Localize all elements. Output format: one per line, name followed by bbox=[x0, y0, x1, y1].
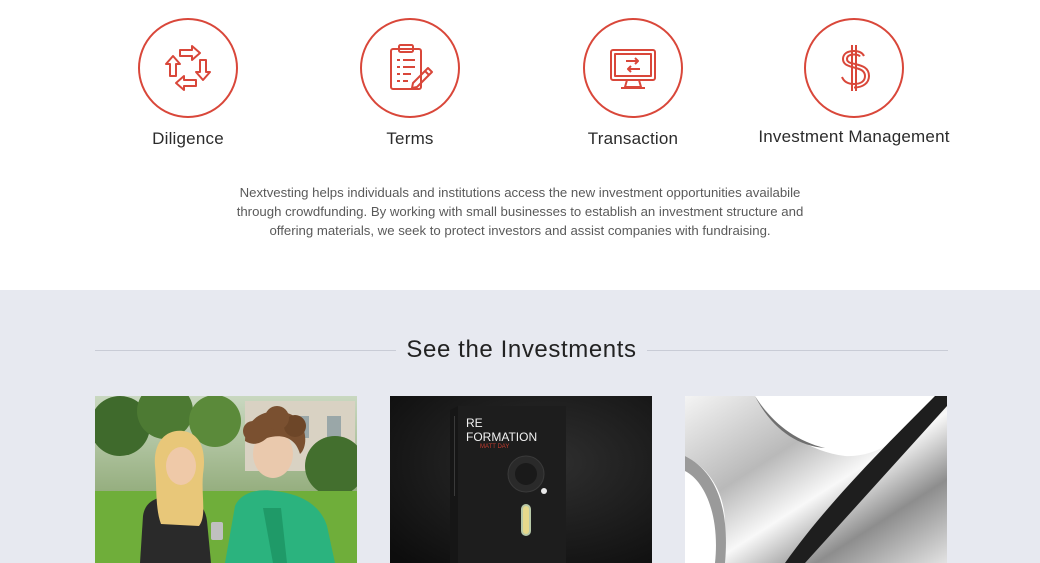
monitor-transfer-icon bbox=[610, 49, 656, 89]
section-title: See the Investments bbox=[406, 336, 637, 363]
investments-section: See the Investments RE FORMATION MATT DA… bbox=[0, 290, 1040, 563]
divider bbox=[646, 349, 949, 351]
feature-circle[interactable] bbox=[804, 18, 904, 118]
feature-label: Diligence bbox=[152, 129, 224, 148]
clipboard-pencil-icon bbox=[390, 44, 433, 90]
section-title-row: See the Investments bbox=[95, 330, 949, 370]
feature-label: Transaction bbox=[587, 129, 679, 148]
feature-label: Investment Management bbox=[758, 127, 950, 146]
chrome-shape-image bbox=[685, 396, 947, 563]
feature-transaction[interactable]: Transaction bbox=[533, 18, 733, 149]
people-photo-image bbox=[95, 396, 357, 563]
book-title-line-1: RE bbox=[466, 416, 483, 430]
book-author: MATT DAY bbox=[480, 444, 509, 450]
investment-card-3[interactable] bbox=[685, 396, 947, 563]
cycle-arrows-icon bbox=[165, 45, 211, 91]
feature-circle[interactable] bbox=[583, 18, 683, 118]
feature-diligence[interactable]: Diligence bbox=[88, 18, 288, 149]
feature-investment-management[interactable]: Investment Management bbox=[754, 18, 954, 147]
book-cover-image: RE FORMATION MATT DAY bbox=[390, 396, 652, 563]
features-section: Diligence Terms Transaction Investment M… bbox=[0, 0, 1040, 290]
feature-label: Terms bbox=[386, 129, 434, 148]
dollar-sign-icon bbox=[841, 45, 870, 91]
feature-terms[interactable]: Terms bbox=[310, 18, 510, 149]
investment-card-1[interactable] bbox=[95, 396, 357, 563]
divider bbox=[95, 349, 397, 351]
intro-paragraph: Nextvesting helps individuals and instit… bbox=[236, 185, 804, 238]
feature-circle[interactable] bbox=[360, 18, 460, 118]
book-title-line-2: FORMATION bbox=[466, 430, 537, 444]
investment-card-2[interactable]: RE FORMATION MATT DAY bbox=[390, 396, 652, 563]
feature-circle[interactable] bbox=[138, 18, 238, 118]
